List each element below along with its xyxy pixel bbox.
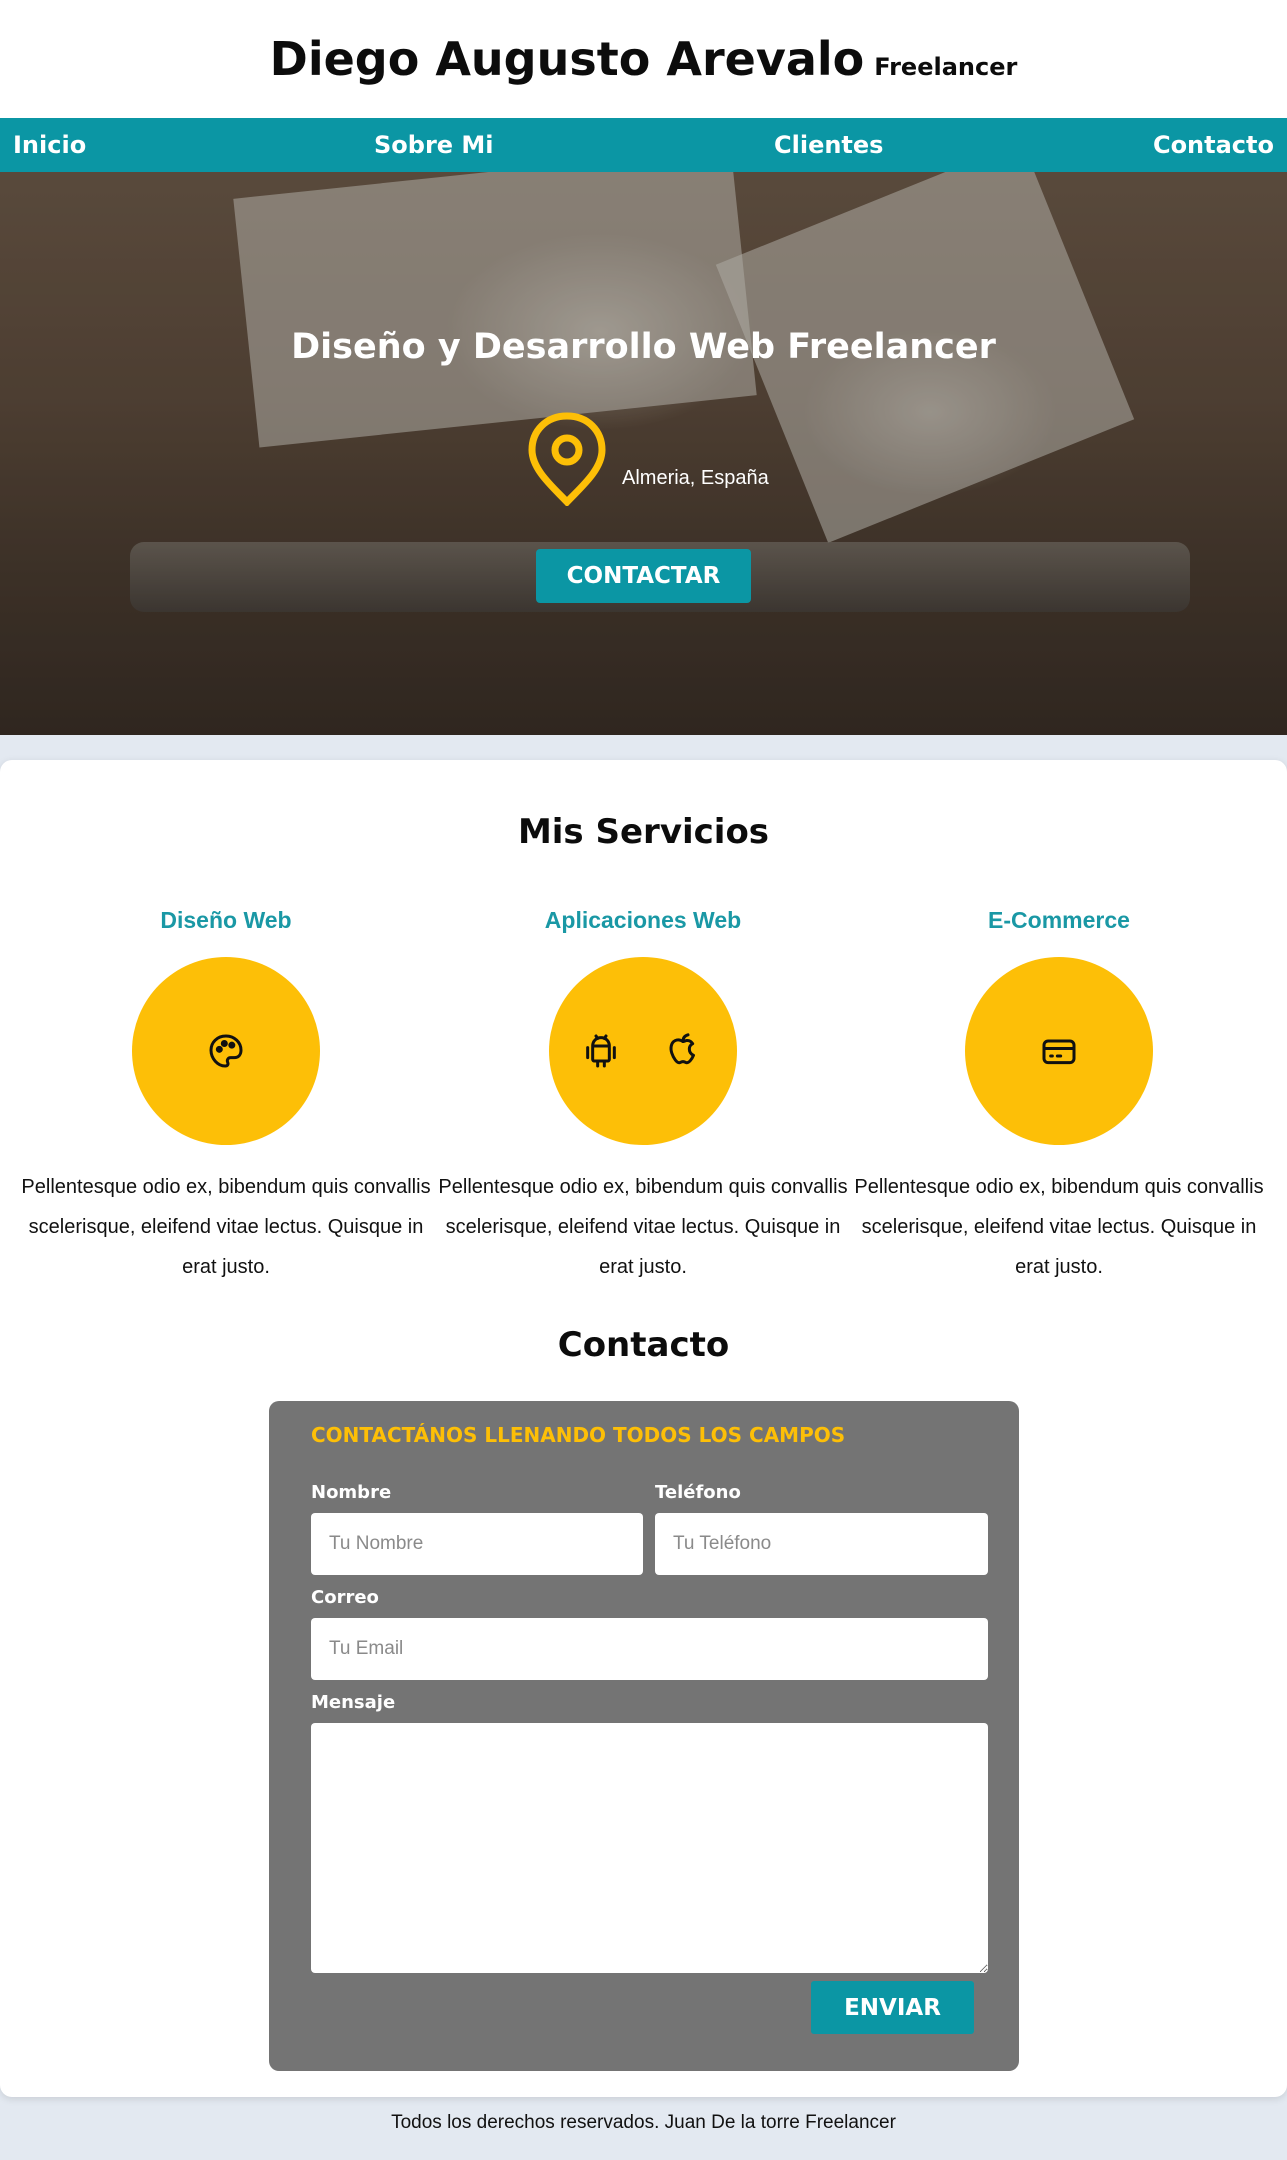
site-header: Diego Augusto Arevalo Freelancer (0, 0, 1287, 118)
nav-link-clientes[interactable]: Clientes (774, 118, 883, 172)
hero-location: Almeria, España (622, 467, 769, 489)
form-heading: CONTACTÁNOS LLENANDO TODOS LOS CAMPOS (311, 1423, 846, 1447)
services-title: Mis Servicios (517, 812, 770, 852)
android-icon (586, 1034, 616, 1068)
footer-text: Todos los derechos reservados. Juan De l… (391, 2112, 896, 2133)
name-label: Nombre (311, 1482, 392, 1503)
main-nav: Inicio Sobre Mi Clientes Contacto (0, 118, 1287, 172)
service-card-diseno-web: Diseño Web Pellentesque odio ex, bibendu… (18, 903, 434, 1287)
name-input[interactable] (311, 1513, 643, 1575)
enviar-button[interactable]: ENVIAR (811, 1981, 974, 2034)
service-description: Pellentesque odio ex, bibendum quis conv… (21, 1176, 431, 1278)
service-name: E-Commerce (988, 907, 1130, 933)
service-card-e-commerce: E-Commerce Pellentesque odio ex, bibendu… (851, 903, 1267, 1287)
message-textarea[interactable] (311, 1723, 988, 1973)
nav-link-sobre-mi[interactable]: Sobre Mi (374, 118, 494, 172)
message-label: Mensaje (311, 1692, 396, 1713)
location-pin-icon (528, 412, 606, 506)
hero-section: Diseño y Desarrollo Web Freelancer Almer… (0, 172, 1287, 735)
phone-label: Teléfono (655, 1482, 741, 1503)
palette-icon (209, 1034, 243, 1068)
service-icon-circle (549, 957, 737, 1145)
service-name: Diseño Web (160, 907, 292, 933)
nav-link-contacto[interactable]: Contacto (1153, 118, 1274, 172)
site-title: Diego Augusto Arevalo Freelancer (270, 32, 1018, 86)
service-name: Aplicaciones Web (544, 907, 742, 933)
contactar-button[interactable]: CONTACTAR (536, 549, 751, 603)
email-label: Correo (311, 1587, 379, 1608)
contact-title: Contacto (557, 1325, 730, 1365)
nav-link-inicio[interactable]: Inicio (13, 118, 86, 172)
contact-form: CONTACTÁNOS LLENANDO TODOS LOS CAMPOS No… (269, 1401, 1019, 2071)
owner-name: Diego Augusto Arevalo (269, 32, 865, 86)
service-icon-circle (965, 957, 1153, 1145)
credit-card-icon (1042, 1039, 1076, 1065)
owner-role: Freelancer (874, 53, 1018, 81)
service-description: Pellentesque odio ex, bibendum quis conv… (854, 1176, 1264, 1278)
phone-input[interactable] (655, 1513, 988, 1575)
service-description: Pellentesque odio ex, bibendum quis conv… (438, 1176, 848, 1278)
main-card: Mis Servicios Diseño Web Pellentesque od… (0, 760, 1287, 2097)
hero-title: Diseño y Desarrollo Web Freelancer (291, 327, 996, 367)
email-input[interactable] (311, 1618, 988, 1680)
service-card-aplicaciones-web: Aplicaciones Web Pellentesque odio ex, b… (435, 903, 851, 1287)
apple-icon (669, 1033, 695, 1065)
service-icon-circle (132, 957, 320, 1145)
hero-overlay (0, 172, 1287, 735)
